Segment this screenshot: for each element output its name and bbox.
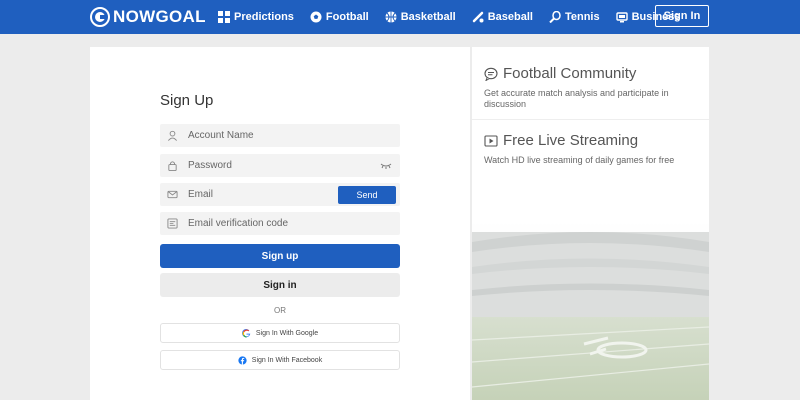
email-placeholder: Email: [188, 189, 214, 200]
facebook-icon: [238, 355, 247, 365]
grid-icon: [218, 11, 230, 23]
streaming-description: Watch HD live streaming of daily games f…: [484, 155, 675, 165]
account-name-placeholder: Account Name: [188, 130, 254, 141]
streaming-title: Free Live Streaming: [503, 132, 639, 149]
verification-code-field[interactable]: Email verification code: [160, 212, 400, 235]
verification-code-placeholder: Email verification code: [188, 218, 289, 229]
soccer-ball-icon: [310, 11, 322, 23]
nav-label: Basketball: [400, 11, 456, 23]
header-signin-button[interactable]: Sign In: [655, 5, 709, 27]
nav-item-predictions[interactable]: Predictions: [218, 11, 294, 23]
signup-button[interactable]: Sign up: [160, 244, 400, 268]
send-code-button[interactable]: Send: [338, 186, 396, 204]
baseball-bat-icon: [472, 11, 484, 23]
streaming-section: Free Live Streaming Watch HD live stream…: [484, 132, 704, 166]
password-placeholder: Password: [188, 160, 232, 171]
verification-code-icon: [167, 218, 178, 229]
stadium-background-image: [472, 222, 709, 400]
promo-panel: Football Community Get accurate match an…: [472, 47, 709, 400]
community-description: Get accurate match analysis and particip…: [484, 88, 669, 109]
google-signin-button[interactable]: Sign In With Google: [160, 323, 400, 343]
or-divider: OR: [274, 306, 286, 315]
user-icon: [168, 130, 177, 141]
nav-item-tennis[interactable]: Tennis: [549, 11, 600, 23]
account-name-field[interactable]: Account Name: [160, 124, 400, 147]
google-icon: [241, 328, 251, 338]
logo-icon: [90, 7, 110, 27]
facebook-signin-button[interactable]: Sign In With Facebook: [160, 350, 400, 370]
email-field[interactable]: Email Send: [160, 183, 400, 206]
nav-item-baseball[interactable]: Baseball: [472, 11, 533, 23]
page-title: Sign Up: [160, 92, 214, 109]
top-nav-bar: NOWGOAL Predictions Football Basketball …: [0, 0, 800, 34]
password-field[interactable]: Password: [160, 154, 400, 177]
nav-label: Football: [325, 11, 369, 23]
nav-label: Predictions: [234, 11, 294, 23]
play-video-icon: [484, 134, 498, 147]
signin-button[interactable]: Sign in: [160, 273, 400, 297]
google-signin-label: Sign In With Google: [255, 329, 319, 337]
basketball-icon: [385, 11, 397, 23]
community-section: Football Community Get accurate match an…: [484, 65, 704, 110]
signup-card: Sign Up Account Name Password Email Send…: [90, 47, 470, 400]
logo[interactable]: NOWGOAL: [90, 7, 206, 27]
nav-item-football[interactable]: Football: [310, 11, 369, 23]
nav-label: Tennis: [564, 11, 600, 23]
mail-icon: [167, 190, 178, 199]
chat-bubble-icon: [484, 67, 498, 81]
facebook-signin-label: Sign In With Facebook: [251, 356, 323, 364]
tennis-racket-icon: [549, 11, 561, 23]
business-icon: [615, 12, 628, 23]
promo-divider: [472, 119, 709, 120]
community-title: Football Community: [503, 65, 637, 82]
lock-icon: [168, 161, 177, 171]
main-nav: Predictions Football Basketball Baseball…: [218, 0, 697, 34]
eye-closed-icon[interactable]: [380, 160, 392, 170]
nav-label: Baseball: [487, 11, 533, 23]
logo-text: NOWGOAL: [113, 7, 206, 26]
nav-item-basketball[interactable]: Basketball: [385, 11, 456, 23]
